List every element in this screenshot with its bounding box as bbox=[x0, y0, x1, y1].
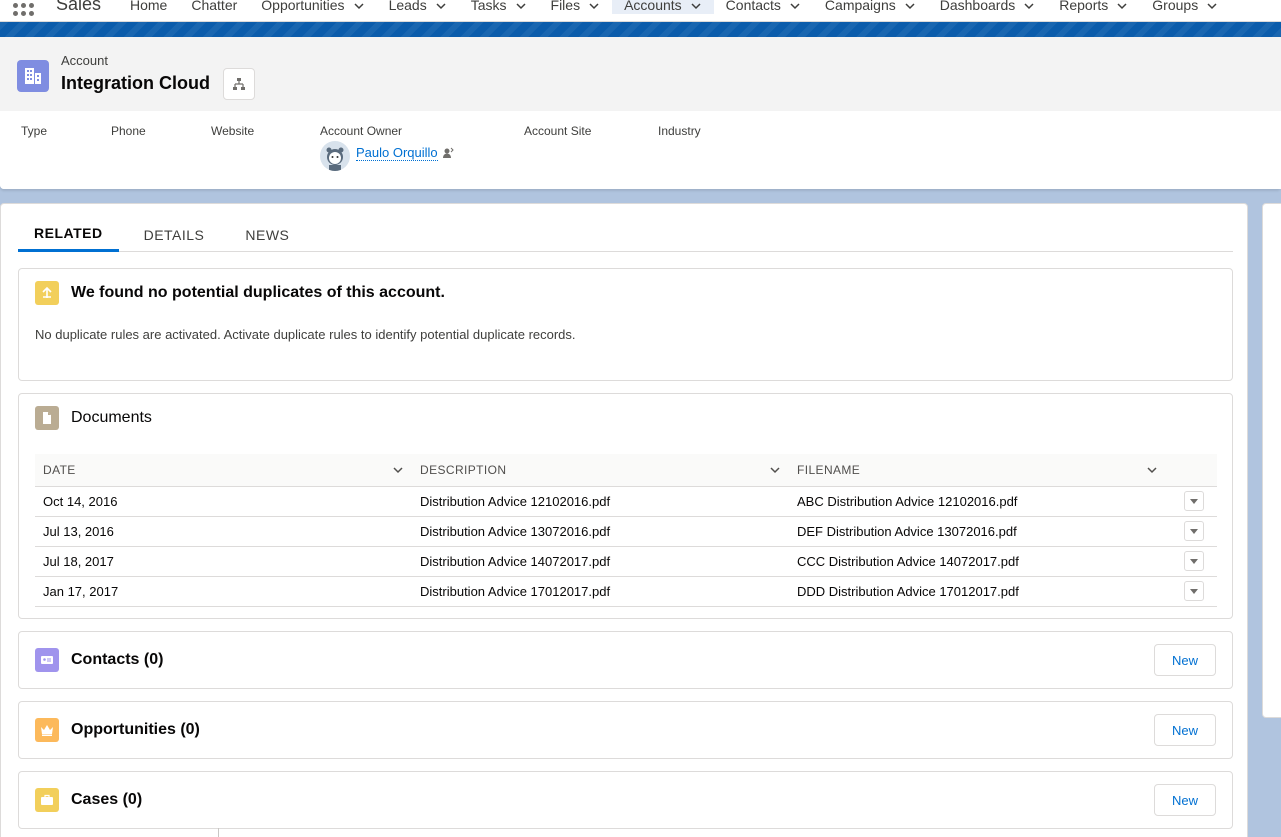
page-title: Integration Cloud bbox=[61, 73, 210, 93]
field-type-label: Type bbox=[21, 124, 48, 138]
field-website-label: Website bbox=[211, 124, 255, 138]
new-button[interactable]: New bbox=[1154, 784, 1216, 816]
related-list-title[interactable]: Opportunities (0) bbox=[71, 721, 200, 739]
cell-filename[interactable]: CCC Distribution Advice 14072017.pdf bbox=[789, 546, 1166, 577]
field-owner-label: Account Owner bbox=[320, 124, 403, 138]
chevron-down-icon[interactable] bbox=[769, 464, 781, 476]
nav-item-leads[interactable]: Leads bbox=[377, 0, 459, 14]
crown-icon bbox=[35, 718, 59, 742]
column-header-date[interactable]: DATE bbox=[35, 454, 412, 487]
nav-items: Home Chatter Opportunities Leads Tasks Files A… bbox=[118, 0, 1230, 22]
change-owner-icon[interactable] bbox=[442, 147, 454, 159]
nav-item-accounts[interactable]: Accounts bbox=[612, 0, 714, 14]
chevron-down-icon[interactable] bbox=[1023, 0, 1035, 11]
duplicates-message: No duplicate rules are activated. Activa… bbox=[35, 327, 576, 342]
tab-related[interactable]: RELATED bbox=[18, 217, 119, 252]
new-button[interactable]: New bbox=[1154, 644, 1216, 676]
cell-description[interactable]: Distribution Advice 13072016.pdf bbox=[412, 516, 789, 547]
cell-date: Jul 13, 2016 bbox=[35, 516, 412, 547]
duplicates-panel: We found no potential duplicates of this… bbox=[18, 268, 1233, 381]
documents-table: DATE DESCRIPTION FILENAME Oct 14, 2016 Di… bbox=[35, 454, 1217, 607]
nav-item-opportunities[interactable]: Opportunities bbox=[249, 0, 376, 14]
app-name: Sales bbox=[56, 0, 102, 14]
document-icon bbox=[35, 406, 59, 430]
app-launcher-icon[interactable] bbox=[12, 0, 34, 16]
cell-date: Jan 17, 2017 bbox=[35, 576, 412, 607]
table-row: Oct 14, 2016 Distribution Advice 12102016… bbox=[35, 486, 1217, 517]
caret-down-icon bbox=[1190, 529, 1198, 534]
chevron-down-icon[interactable] bbox=[1206, 0, 1218, 11]
contact-icon bbox=[35, 648, 59, 672]
owner-link[interactable]: Paulo Orquillo bbox=[356, 145, 438, 161]
nav-item-home[interactable]: Home bbox=[118, 0, 179, 14]
related-list-title[interactable]: Contacts (0) bbox=[71, 651, 163, 669]
nav-item-reports[interactable]: Reports bbox=[1047, 0, 1140, 14]
related-card: RELATED DETAILS NEWS We found no potential… bbox=[0, 203, 1248, 837]
table-row: Jul 13, 2016 Distribution Advice 13072016… bbox=[35, 516, 1217, 547]
nav-item-tasks[interactable]: Tasks bbox=[459, 0, 539, 14]
field-industry-label: Industry bbox=[658, 124, 701, 138]
entity-label: Account bbox=[61, 53, 108, 68]
cell-description[interactable]: Distribution Advice 17012017.pdf bbox=[412, 576, 789, 607]
chevron-down-icon[interactable] bbox=[353, 0, 365, 11]
column-header-filename[interactable]: FILENAME bbox=[789, 454, 1166, 487]
caret-down-icon bbox=[1190, 559, 1198, 564]
side-panel bbox=[1262, 203, 1281, 718]
account-icon bbox=[17, 60, 49, 92]
row-actions-button[interactable] bbox=[1184, 551, 1204, 571]
chevron-down-icon[interactable] bbox=[435, 0, 447, 11]
nav-item-contacts[interactable]: Contacts bbox=[714, 0, 813, 14]
nav-item-files[interactable]: Files bbox=[539, 0, 613, 14]
record-highlights: Account Integration Cloud Type Phone Web… bbox=[0, 37, 1281, 189]
tab-news[interactable]: NEWS bbox=[229, 217, 305, 252]
cell-description[interactable]: Distribution Advice 12102016.pdf bbox=[412, 486, 789, 517]
row-actions-button[interactable] bbox=[1184, 491, 1204, 511]
tab-details[interactable]: DETAILS bbox=[128, 217, 221, 252]
chevron-down-icon[interactable] bbox=[904, 0, 916, 11]
cell-description[interactable]: Distribution Advice 14072017.pdf bbox=[412, 546, 789, 577]
account-owner: Paulo Orquillo bbox=[320, 141, 454, 171]
chevron-down-icon[interactable] bbox=[392, 464, 404, 476]
brand-band bbox=[0, 22, 1281, 37]
duplicates-title: We found no potential duplicates of this… bbox=[71, 284, 445, 301]
related-list-opportunities: Opportunities (0) New bbox=[18, 701, 1233, 759]
documents-panel: Documents DATE DESCRIPTION FILENAME Oct … bbox=[18, 393, 1233, 619]
chevron-down-icon[interactable] bbox=[690, 0, 702, 11]
cell-filename[interactable]: ABC Distribution Advice 12102016.pdf bbox=[789, 486, 1166, 517]
avatar[interactable] bbox=[320, 141, 350, 171]
documents-title: Documents bbox=[71, 409, 152, 426]
field-phone-label: Phone bbox=[111, 124, 146, 138]
chevron-down-icon[interactable] bbox=[1146, 464, 1158, 476]
chevron-down-icon[interactable] bbox=[1116, 0, 1128, 11]
chevron-down-icon[interactable] bbox=[789, 0, 801, 11]
table-row: Jul 18, 2017 Distribution Advice 14072017… bbox=[35, 546, 1217, 577]
cell-filename[interactable]: DEF Distribution Advice 13072016.pdf bbox=[789, 516, 1166, 547]
related-list-title[interactable]: Cases (0) bbox=[71, 791, 142, 809]
field-site-label: Account Site bbox=[524, 124, 592, 138]
nav-item-dashboards[interactable]: Dashboards bbox=[928, 0, 1048, 14]
chevron-down-icon[interactable] bbox=[515, 0, 527, 11]
related-list-contacts: Contacts (0) New bbox=[18, 631, 1233, 689]
column-header-description[interactable]: DESCRIPTION bbox=[412, 454, 789, 487]
cell-date: Oct 14, 2016 bbox=[35, 486, 412, 517]
record-tabs: RELATED DETAILS NEWS bbox=[18, 217, 1233, 252]
chevron-down-icon[interactable] bbox=[588, 0, 600, 11]
merge-icon bbox=[35, 281, 59, 305]
nav-item-campaigns[interactable]: Campaigns bbox=[813, 0, 928, 14]
hierarchy-icon bbox=[233, 78, 245, 90]
caret-down-icon bbox=[1190, 589, 1198, 594]
global-nav: Sales Home Chatter Opportunities Leads Tasks… bbox=[0, 0, 1281, 22]
briefcase-icon bbox=[35, 788, 59, 812]
row-actions-button[interactable] bbox=[1184, 581, 1204, 601]
cell-filename[interactable]: DDD Distribution Advice 17012017.pdf bbox=[789, 576, 1166, 607]
related-list-cases: Cases (0) New bbox=[18, 771, 1233, 829]
caret-down-icon bbox=[1190, 499, 1198, 504]
view-hierarchy-button[interactable] bbox=[223, 68, 255, 100]
cell-date: Jul 18, 2017 bbox=[35, 546, 412, 577]
nav-item-groups[interactable]: Groups bbox=[1140, 0, 1230, 14]
new-button[interactable]: New bbox=[1154, 714, 1216, 746]
row-actions-button[interactable] bbox=[1184, 521, 1204, 541]
table-row: Jan 17, 2017 Distribution Advice 17012017… bbox=[35, 576, 1217, 607]
nav-item-chatter[interactable]: Chatter bbox=[179, 0, 249, 14]
